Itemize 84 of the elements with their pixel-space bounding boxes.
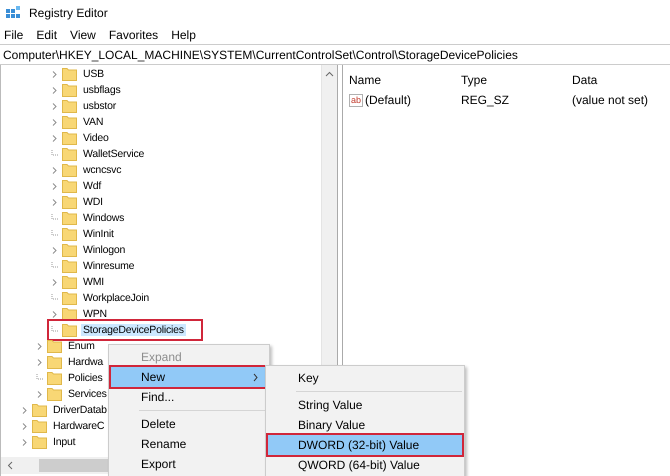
menu-item[interactable]: Export (111, 454, 267, 474)
folder-icon (62, 67, 77, 81)
tree-item[interactable]: DriverDatab (20, 402, 113, 418)
folder-icon (62, 291, 77, 305)
folder-icon (62, 243, 77, 257)
value-data: (value not set) (572, 93, 650, 107)
folder-icon (62, 99, 77, 113)
tree-item[interactable]: VAN (50, 114, 110, 130)
tree-item[interactable]: Services (35, 386, 113, 402)
tree-item[interactable]: Winresume (50, 258, 140, 274)
tree-item[interactable]: wcncsvc (50, 162, 128, 178)
folder-icon (62, 163, 77, 177)
folder-icon (62, 179, 77, 193)
scroll-up-icon[interactable] (325, 71, 334, 77)
menu-item[interactable]: Rename (111, 434, 267, 454)
tree-item[interactable]: Input (20, 434, 82, 450)
tree-item[interactable]: Hardwa (35, 354, 109, 370)
menu-bar-item[interactable]: View (70, 28, 96, 42)
tree-line-icon (50, 214, 59, 222)
tree-item[interactable]: Policies (35, 370, 109, 386)
tree-item[interactable]: WDI (50, 194, 109, 210)
menu-item[interactable]: Key (268, 368, 462, 388)
tree-line-icon (50, 150, 59, 158)
tree-item[interactable]: Video (50, 130, 115, 146)
menu-bar-item[interactable]: Favorites (108, 28, 158, 42)
folder-icon (62, 227, 77, 241)
scroll-left-icon[interactable] (7, 461, 13, 470)
folder-icon (32, 435, 47, 449)
tree-item[interactable]: usbstor (50, 98, 122, 114)
menu-item[interactable]: Find... (111, 387, 267, 407)
folder-icon (62, 323, 77, 337)
menu-item[interactable]: QWORD (64-bit) Value (268, 455, 462, 475)
value-type: REG_SZ (461, 93, 510, 107)
folder-icon (62, 211, 77, 225)
folder-icon (62, 147, 77, 161)
chevron-icon[interactable] (50, 278, 59, 286)
menu-bar-item[interactable]: File (4, 28, 24, 42)
column-header[interactable]: Data (572, 73, 670, 87)
folder-icon (62, 195, 77, 209)
folder-icon (62, 275, 77, 289)
menu-bar-item[interactable]: Edit (36, 28, 58, 42)
menu-item[interactable]: String Value (268, 395, 462, 415)
folder-icon (32, 403, 47, 417)
tree-item[interactable]: Wdf (50, 178, 108, 194)
tree-line-icon (50, 294, 59, 302)
tree-item[interactable]: USB (50, 66, 110, 82)
menu-item[interactable]: DWORD (32-bit) Value (268, 435, 462, 455)
menu-item[interactable]: Binary Value (268, 415, 462, 435)
tree-item[interactable]: WorkplaceJoin (50, 290, 156, 306)
tree-item[interactable]: HardwareC (20, 418, 110, 434)
string-value-icon: ab (349, 94, 364, 106)
value-name: (Default) (365, 93, 412, 107)
tree-line-icon (35, 374, 44, 382)
tree-item[interactable]: Windows (50, 210, 130, 226)
tree-item[interactable]: Winlogon (50, 242, 132, 258)
address-field[interactable]: Computer\HKEY_LOCAL_MACHINE\SYSTEM\CurrentControlSet\Control\StorageDevicePolicies (0, 44, 670, 65)
folder-icon (62, 131, 77, 145)
folder-icon (47, 371, 62, 385)
tree-item[interactable]: usbflags (50, 82, 127, 98)
tree-line-icon (50, 230, 59, 238)
folder-icon (47, 339, 62, 353)
chevron-icon[interactable] (50, 246, 59, 254)
folder-icon (47, 387, 62, 401)
tree-item[interactable]: WinInit (50, 226, 120, 242)
menu-item[interactable]: Delete (111, 414, 267, 434)
folder-icon (62, 115, 77, 129)
tree-item[interactable]: WPN (50, 306, 113, 322)
folder-icon (62, 307, 77, 321)
tree-item[interactable]: WalletService (50, 146, 150, 162)
registry-app-icon (5, 4, 21, 20)
chevron-icon[interactable] (50, 310, 59, 318)
folder-icon (32, 419, 47, 433)
tree-item[interactable]: WMI (50, 274, 110, 290)
folder-icon (62, 83, 77, 97)
tree-line-icon (50, 262, 59, 270)
tree-item[interactable]: Enum (35, 338, 101, 354)
folder-icon (62, 259, 77, 273)
folder-icon (47, 355, 62, 369)
menu-item[interactable]: New (111, 367, 267, 387)
menu-bar-item[interactable]: Help (171, 28, 196, 42)
tree-line-icon (50, 326, 59, 334)
column-header[interactable]: Type (461, 73, 572, 87)
column-header[interactable]: Name (349, 73, 461, 87)
window-title: Registry Editor (29, 6, 108, 20)
